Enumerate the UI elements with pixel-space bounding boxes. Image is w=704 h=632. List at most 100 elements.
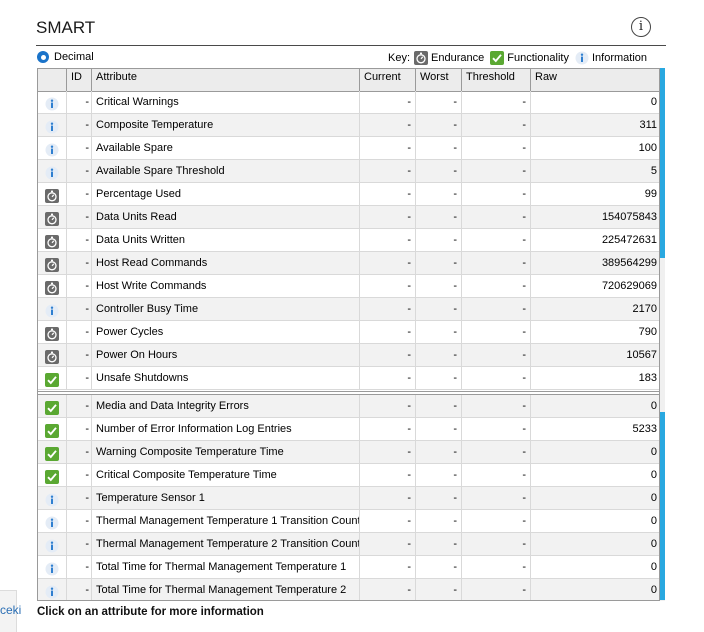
row-worst: - xyxy=(416,229,462,251)
row-worst: - xyxy=(416,321,462,343)
scrollbar-thumb-lower[interactable] xyxy=(660,412,665,600)
row-attribute: Percentage Used xyxy=(92,183,360,205)
row-attribute: Available Spare xyxy=(92,137,360,159)
row-raw: 100 xyxy=(638,142,657,154)
row-icon-cell xyxy=(38,367,67,389)
row-threshold: - xyxy=(462,510,531,532)
column-header-raw[interactable]: Raw xyxy=(531,69,659,91)
column-header-id[interactable]: ID xyxy=(67,69,92,91)
row-id: - xyxy=(67,321,92,343)
row-raw: 389564299 xyxy=(601,257,657,269)
row-threshold: - xyxy=(462,183,531,205)
column-header-current[interactable]: Current xyxy=(360,69,416,91)
row-threshold: - xyxy=(462,91,531,113)
row-current: - xyxy=(360,441,416,463)
decimal-radio-option[interactable]: Decimal xyxy=(37,51,94,63)
table-row[interactable]: - Critical Composite Temperature Time - - -0 xyxy=(38,464,659,487)
row-current: - xyxy=(360,367,416,389)
stopwatch-icon xyxy=(45,327,59,342)
row-icon-cell xyxy=(38,91,67,113)
table-row[interactable]: - Total Time for Thermal Management Tempe… xyxy=(38,579,659,600)
table-row[interactable]: - Power On Hours - - -10567 xyxy=(38,344,659,367)
table-row[interactable]: - Critical Warnings - - -0 xyxy=(38,91,659,114)
info-icon xyxy=(45,539,59,553)
row-attribute: Power On Hours xyxy=(92,344,360,366)
table-row[interactable]: - Available Spare - - -100 xyxy=(38,137,659,160)
table-row[interactable]: - Number of Error Information Log Entries… xyxy=(38,418,659,441)
row-worst: - xyxy=(416,137,462,159)
row-id: - xyxy=(67,556,92,578)
info-icon xyxy=(45,493,59,507)
row-icon-cell xyxy=(38,510,67,532)
row-worst: - xyxy=(416,395,462,417)
side-panel-text[interactable]: ceki xyxy=(0,603,21,617)
table-row[interactable]: - Temperature Sensor 1---0 xyxy=(38,487,659,510)
table-row[interactable]: - Total Time for Thermal Management Tempe… xyxy=(38,556,659,579)
table-row[interactable]: - Percentage Used - - -99 xyxy=(38,183,659,206)
row-icon-cell xyxy=(38,275,67,297)
table-section-gap xyxy=(38,391,659,395)
table-row[interactable]: - Unsafe Shutdowns - - -183 xyxy=(38,367,659,390)
info-icon xyxy=(45,143,59,157)
row-raw: 0 xyxy=(650,96,657,108)
checkmark-icon xyxy=(45,401,59,416)
row-current: - xyxy=(360,275,416,297)
row-current: - xyxy=(360,114,416,136)
column-header-icon[interactable] xyxy=(38,69,67,91)
row-icon-cell xyxy=(38,137,67,159)
row-id: - xyxy=(67,114,92,136)
row-threshold: - xyxy=(462,137,531,159)
row-id: - xyxy=(67,487,92,509)
table-row[interactable]: - Media and Data Integrity Errors - - -0 xyxy=(38,395,659,418)
table-row[interactable]: - Data Units Read - - -154075843 xyxy=(38,206,659,229)
stopwatch-icon xyxy=(45,189,59,204)
row-worst: - xyxy=(416,114,462,136)
row-current: - xyxy=(360,91,416,113)
row-current: - xyxy=(360,344,416,366)
table-row[interactable]: - Composite Temperature - - -311 xyxy=(38,114,659,137)
row-threshold: - xyxy=(462,441,531,463)
table-row[interactable]: - Data Units Written - - -225472631 xyxy=(38,229,659,252)
row-current: - xyxy=(360,183,416,205)
decimal-radio[interactable] xyxy=(37,51,49,63)
row-threshold: - xyxy=(462,464,531,486)
row-worst: - xyxy=(416,252,462,274)
table-row[interactable]: - Power Cycles - - -790 xyxy=(38,321,659,344)
row-raw: 99 xyxy=(644,188,657,200)
table-row[interactable]: - Warning Composite Temperature Time - - -0 xyxy=(38,441,659,464)
stopwatch-icon xyxy=(45,212,59,227)
row-attribute: Number of Error Information Log Entries xyxy=(92,418,360,440)
row-attribute: Host Read Commands xyxy=(92,252,360,274)
row-threshold: - xyxy=(462,229,531,251)
column-header-worst[interactable]: Worst xyxy=(416,69,462,91)
row-raw: 790 xyxy=(638,326,657,338)
table-row[interactable]: - Controller Busy Time - - -2170 xyxy=(38,298,659,321)
table-row[interactable]: - Thermal Management Temperature 1 Transi… xyxy=(38,510,659,533)
row-threshold: - xyxy=(462,321,531,343)
info-icon[interactable]: i xyxy=(631,17,651,37)
column-header-threshold[interactable]: Threshold xyxy=(462,69,531,91)
row-attribute: Thermal Management Temperature 1 Transit… xyxy=(92,510,360,532)
row-threshold: - xyxy=(462,533,531,555)
table-row[interactable]: - Available Spare Threshold - - -5 xyxy=(38,160,659,183)
row-attribute: Critical Warnings xyxy=(92,91,360,113)
table-row[interactable]: - Host Read Commands - - -389564299 xyxy=(38,252,659,275)
row-worst: - xyxy=(416,160,462,182)
checkmark-icon xyxy=(45,373,59,388)
column-header-attribute[interactable]: Attribute xyxy=(92,69,360,91)
row-id: - xyxy=(67,418,92,440)
row-worst: - xyxy=(416,487,462,509)
row-current: - xyxy=(360,487,416,509)
row-id: - xyxy=(67,344,92,366)
table-row[interactable]: - Thermal Management Temperature 2 Transi… xyxy=(38,533,659,556)
table-row[interactable]: - Host Write Commands - - -720629069 xyxy=(38,275,659,298)
row-icon-cell xyxy=(38,533,67,555)
scrollbar-thumb-upper[interactable] xyxy=(660,68,665,258)
row-raw: 10567 xyxy=(626,349,657,361)
row-icon-cell xyxy=(38,252,67,274)
row-id: - xyxy=(67,137,92,159)
row-threshold: - xyxy=(462,579,531,600)
stopwatch-icon xyxy=(45,350,59,365)
checkmark-icon xyxy=(45,470,59,485)
row-worst: - xyxy=(416,510,462,532)
